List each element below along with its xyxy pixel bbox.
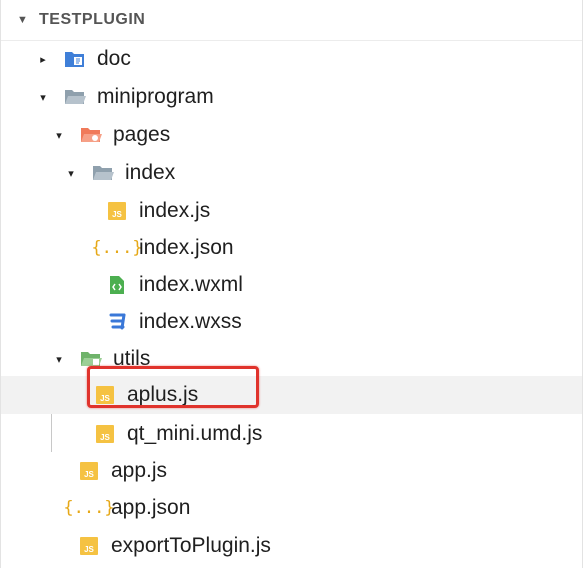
explorer-header[interactable]: ▼ TESTPLUGIN	[1, 0, 582, 41]
tree-item-label: index.wxml	[139, 273, 243, 296]
expand-arrow-icon[interactable]: ▸	[35, 53, 51, 66]
pages-folder-icon	[79, 123, 103, 147]
json-file-icon: {...}	[63, 496, 114, 520]
js-file-icon: JS	[105, 199, 129, 223]
tree-item-doc[interactable]: ▸ doc	[1, 40, 582, 78]
tree-item-index-js[interactable]: JS index.js	[1, 192, 582, 230]
tree-item-label: doc	[97, 47, 131, 70]
tree-item-label: app.js	[111, 459, 168, 482]
tree-item-pages[interactable]: ▾ pages	[1, 116, 582, 154]
tree-item-export-to-plugin-js[interactable]: JS exportToPlugin.js	[1, 527, 582, 565]
tree-item-index-wxml[interactable]: index.wxml	[1, 266, 582, 304]
tree-item-miniprogram[interactable]: ▾ miniprogram	[1, 78, 582, 116]
selection-highlight-box	[87, 366, 259, 408]
tree-item-label: index	[125, 161, 176, 184]
tree-item-label: index.js	[139, 199, 211, 222]
tree-item-app-js[interactable]: JS app.js	[1, 452, 582, 490]
tree-item-app-json[interactable]: {...} app.json	[1, 489, 582, 527]
js-glyph: JS	[80, 537, 98, 555]
tree-item-label: miniprogram	[97, 85, 214, 108]
tree-item-label: qt_mini.umd.js	[127, 422, 263, 445]
tree-item-label: exportToPlugin.js	[111, 534, 271, 557]
js-file-icon: JS	[77, 459, 101, 483]
tree-item-label: pages	[113, 123, 171, 146]
tree-item-index-wxss[interactable]: index.wxss	[1, 303, 582, 341]
tree-item-index-json[interactable]: {...} index.json	[1, 229, 582, 267]
file-explorer: ▼ TESTPLUGIN ▸ doc ▾ miniprogram ▾ pages…	[0, 0, 583, 568]
js-file-icon: JS	[77, 534, 101, 558]
tree-item-index-folder[interactable]: ▾ index	[1, 154, 582, 192]
js-glyph: JS	[80, 462, 98, 480]
tree-item-label: app.json	[111, 496, 191, 519]
json-glyph: {...}	[91, 238, 143, 258]
folder-open-icon	[91, 161, 115, 185]
css-file-icon	[105, 310, 129, 334]
tree-item-label: index.json	[139, 236, 234, 259]
expand-arrow-icon[interactable]: ▾	[51, 129, 67, 142]
folder-open-icon	[63, 85, 87, 109]
js-glyph: JS	[108, 202, 126, 220]
tree-item-qt-mini-umd-js[interactable]: JS qt_mini.umd.js	[1, 415, 582, 453]
js-file-icon: JS	[93, 422, 117, 446]
expand-arrow-icon[interactable]: ▾	[63, 167, 79, 180]
expand-arrow-icon[interactable]: ▾	[35, 91, 51, 104]
tree-item-label: index.wxss	[139, 310, 242, 333]
json-glyph: {...}	[63, 498, 115, 518]
project-title: TESTPLUGIN	[39, 11, 146, 28]
expand-arrow-icon[interactable]: ▾	[51, 353, 67, 366]
json-file-icon: {...}	[91, 236, 142, 260]
doc-folder-icon	[63, 47, 87, 71]
wxml-file-icon	[105, 273, 129, 297]
collapse-caret-icon[interactable]: ▼	[17, 14, 33, 26]
js-glyph: JS	[96, 425, 114, 443]
